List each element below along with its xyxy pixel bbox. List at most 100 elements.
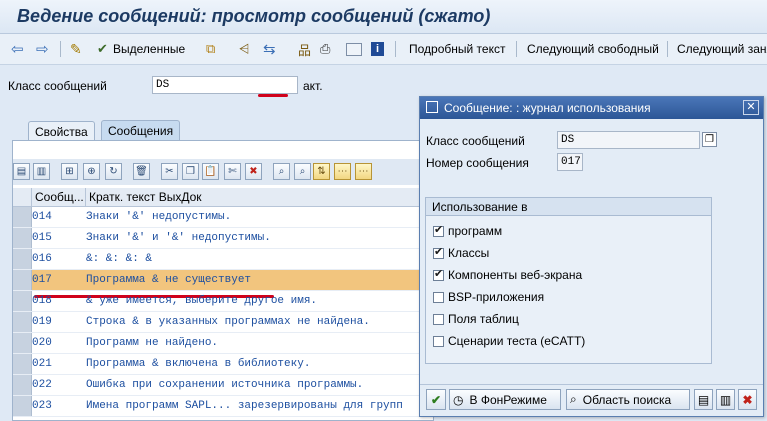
layout-icon[interactable] xyxy=(346,39,362,59)
checkmark-icon: ✔ xyxy=(434,268,444,280)
checkbox-bsp-apps[interactable] xyxy=(433,292,444,303)
table-row-selected[interactable]: 017 Программа & не существует xyxy=(13,270,433,291)
toolbar-separator xyxy=(395,41,396,57)
row-selector[interactable] xyxy=(13,249,32,269)
checkbox-label: Поля таблиц xyxy=(448,312,519,326)
dialog-class-field[interactable]: DS xyxy=(557,131,700,149)
sort-icon[interactable]: ⇅ xyxy=(313,163,330,180)
row-selector[interactable] xyxy=(13,375,32,395)
row-selector[interactable] xyxy=(13,228,32,248)
selected-label: Выделенные xyxy=(113,42,186,56)
application-toolbar: ⇦ ⇨ ✎ ✔ Выделенные ⧉ ⩤ ⇆ 品 ⎙ i Подробный… xyxy=(0,34,767,97)
message-text: Ошибка при сохранении источника программ… xyxy=(86,379,364,391)
title-bar: Ведение сообщений: просмотр сообщений (с… xyxy=(0,0,767,34)
refresh-icon[interactable]: ↻ xyxy=(105,163,122,180)
row-selector[interactable] xyxy=(13,270,32,290)
selected-icon: ✔ xyxy=(97,41,108,56)
scissors-icon[interactable]: ✄ xyxy=(224,163,241,180)
checkmark-icon: ✔ xyxy=(434,246,444,258)
structure-icon[interactable]: 品 xyxy=(298,39,311,59)
select-all-icon[interactable]: ▤ xyxy=(13,163,30,180)
dialog-number-field[interactable]: 017 xyxy=(557,153,583,171)
message-class-field[interactable]: DS xyxy=(152,76,298,94)
search-area-button[interactable]: ⌕ Область поиска xyxy=(566,389,690,410)
close-icon[interactable]: ✕ xyxy=(743,100,759,115)
next-free-button[interactable]: Следующий свободный xyxy=(527,39,659,59)
copy-icon[interactable]: ❐ xyxy=(182,163,199,180)
table-row[interactable]: 018 & уже имеется, выберите другое имя. xyxy=(13,291,433,312)
row-selector[interactable] xyxy=(13,396,32,416)
tab-properties[interactable]: Свойства xyxy=(28,121,95,141)
cut-icon[interactable]: ✂ xyxy=(161,163,178,180)
window-title: Ведение сообщений: просмотр сообщений (с… xyxy=(17,6,491,26)
checkbox-label: Классы xyxy=(448,246,490,260)
row-selector[interactable] xyxy=(13,312,32,332)
deselect-all-icon[interactable]: ▥ xyxy=(33,163,50,180)
confirm-button[interactable]: ✔ xyxy=(426,389,446,410)
info-icon[interactable]: i xyxy=(371,39,384,59)
row-selector[interactable] xyxy=(13,333,32,353)
tab-messages[interactable]: Сообщения xyxy=(101,120,181,141)
back-arrow-icon[interactable]: ⇦ xyxy=(11,39,24,59)
paste-icon[interactable]: 📋 xyxy=(202,163,219,180)
table-row[interactable]: 020 Программ не найдено. xyxy=(13,333,433,354)
checkbox-table-fields[interactable] xyxy=(433,314,444,325)
column-header-text[interactable]: Кратк. текст ВыхДок xyxy=(86,188,433,207)
display-change-icon[interactable]: ✎ xyxy=(70,39,82,59)
find-icon[interactable]: ⌕ xyxy=(273,163,290,180)
message-number: 014 xyxy=(32,211,52,223)
row-selector[interactable] xyxy=(13,354,32,374)
table-row[interactable]: 014 Знаки '&' недопустимы. xyxy=(13,207,433,228)
next-taken-button[interactable]: Следующий заня xyxy=(677,39,767,59)
selected-button[interactable]: ✔ Выделенные xyxy=(97,39,185,59)
message-text: &: &: &: & xyxy=(86,253,153,265)
message-number: 018 xyxy=(32,295,52,307)
checkbox-classes[interactable]: ✔ xyxy=(433,246,444,259)
row-selector[interactable] xyxy=(13,207,32,227)
append-row-icon[interactable]: ⊕ xyxy=(83,163,100,180)
forward-arrow-icon[interactable]: ⇨ xyxy=(36,39,49,59)
message-text: & уже имеется, выберите другое имя. xyxy=(86,295,318,307)
message-text: Имена программ SAPL... зарезервированы д… xyxy=(86,400,403,412)
checkbox-web-components[interactable]: ✔ xyxy=(433,268,444,281)
table-row[interactable]: 015 Знаки '&' и '&' недопустимы. xyxy=(13,228,433,249)
table-row[interactable]: 023 Имена программ SAPL... зарезервирован… xyxy=(13,396,433,417)
object-list-icon[interactable]: ⧉ xyxy=(206,39,215,59)
search-icon: ⌕ xyxy=(570,392,577,406)
find-next-icon[interactable]: ⌕ xyxy=(294,163,311,180)
detail-text-button[interactable]: Подробный текст xyxy=(409,39,505,59)
message-number: 019 xyxy=(32,316,52,328)
message-number: 023 xyxy=(32,400,52,412)
cancel-icon[interactable]: ✖ xyxy=(738,389,757,410)
cancel-icon[interactable]: ✖ xyxy=(245,163,262,180)
message-text: Знаки '&' и '&' недопустимы. xyxy=(86,232,271,244)
table-row[interactable]: 022 Ошибка при сохранении источника прогр… xyxy=(13,375,433,396)
checkbox-programs[interactable]: ✔ xyxy=(433,224,444,237)
delete-icon[interactable]: 🗑 xyxy=(133,163,150,180)
table-row[interactable]: 021 Программа & включена в библиотеку. xyxy=(13,354,433,375)
where-used-dialog: Сообщение: : журнал использования ✕ Клас… xyxy=(419,96,764,417)
search-area-label: Область поиска xyxy=(582,392,672,407)
checkbox-label: Компоненты веб-экрана xyxy=(448,268,583,282)
checkbox-test-scripts[interactable] xyxy=(433,336,444,347)
where-used-icon[interactable]: ⇆ xyxy=(263,39,276,59)
deselect-all-icon[interactable]: ▥ xyxy=(716,389,735,410)
select-all-icon[interactable]: ▤ xyxy=(694,389,713,410)
hierarchy-icon[interactable]: ⩤ xyxy=(239,39,249,59)
checkbox-label: Сценарии теста (eCATT) xyxy=(448,334,586,348)
print-icon[interactable]: ⎙ xyxy=(320,39,330,59)
row-selector[interactable] xyxy=(13,291,32,311)
window-icon xyxy=(426,101,438,113)
copy-icon[interactable]: ❐ xyxy=(702,132,717,147)
message-text: Строка & в указанных программах не найде… xyxy=(86,316,370,328)
table-row[interactable]: 019 Строка & в указанных программах не на… xyxy=(13,312,433,333)
column-header-number[interactable]: Сообщ... xyxy=(32,188,86,207)
insert-row-icon[interactable]: ⊞ xyxy=(61,163,78,180)
toolbar-separator xyxy=(667,41,668,57)
select-column-header[interactable] xyxy=(13,188,32,207)
background-mode-button[interactable]: ◷ В ФонРежиме xyxy=(449,389,561,410)
underline-marker xyxy=(258,94,288,97)
filter-icon[interactable]: ⋯ xyxy=(334,163,351,180)
settings-icon[interactable]: ⋯ xyxy=(355,163,372,180)
table-row[interactable]: 016 &: &: &: & xyxy=(13,249,433,270)
